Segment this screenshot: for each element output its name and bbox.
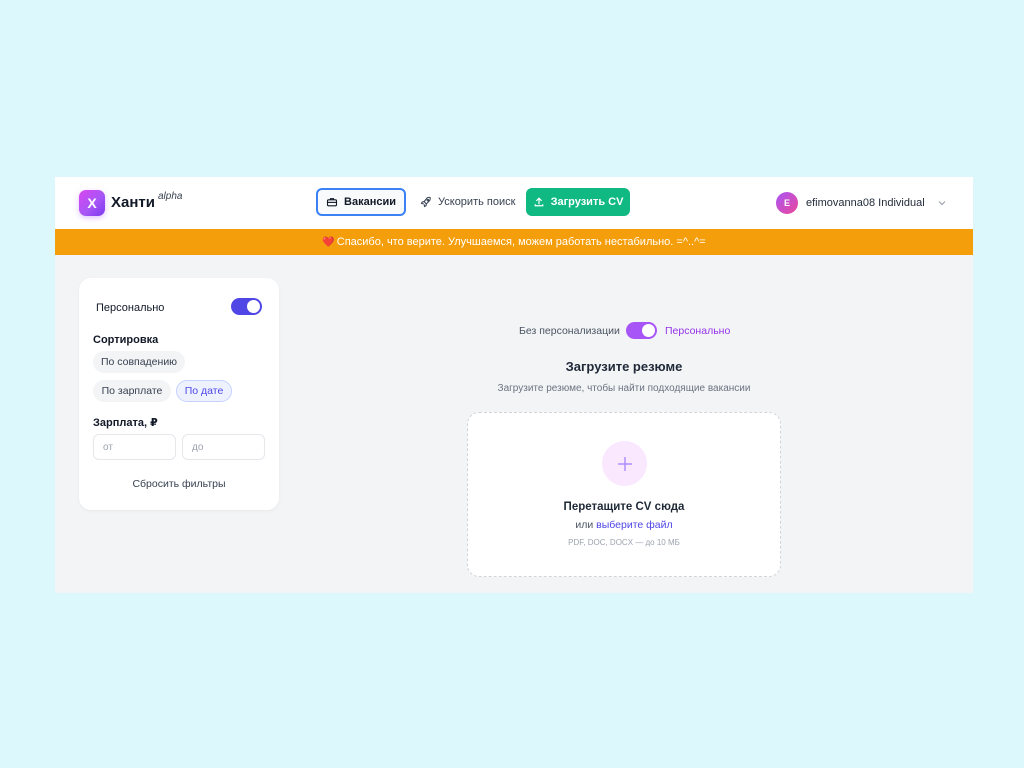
brand-alpha-tag: alpha — [158, 191, 183, 202]
user-name: efimovanna08 Individual — [806, 197, 925, 209]
nav-vacancies-button[interactable]: Вакансии — [316, 188, 406, 216]
status-banner: ❤️ Спасибо, что верите. Улучшаемся, може… — [55, 229, 973, 255]
page-title: Загрузите резюме — [565, 359, 683, 374]
top-header: Х Ханти alpha Вакансии Ускорить поиск За… — [55, 177, 973, 229]
avatar: E — [776, 192, 798, 214]
toggle-knob — [642, 324, 655, 337]
personal-toggle[interactable] — [231, 298, 262, 315]
dropzone-title: Перетащите CV сюда — [563, 501, 685, 513]
upload-icon — [533, 196, 545, 208]
rocket-icon — [420, 196, 432, 208]
brand-name[interactable]: Ханти — [111, 194, 155, 211]
choose-file-link[interactable]: выберите файл — [596, 519, 672, 531]
banner-text: Спасибо, что верите. Улучшаемся, можем р… — [336, 236, 706, 248]
cv-dropzone[interactable]: Перетащите CV сюда или выберите файл PDF… — [467, 412, 781, 577]
dropzone-hint: PDF, DOC, DOCX — до 10 МБ — [568, 538, 680, 547]
nav-upload-label: Загрузить CV — [550, 196, 624, 208]
sort-title: Сортировка — [93, 334, 159, 346]
reset-filters-button[interactable]: Сбросить фильтры — [79, 478, 279, 490]
briefcase-icon — [326, 196, 338, 208]
personal-label: Персонально — [96, 302, 165, 314]
mode-on-label: Персонально — [665, 325, 731, 337]
app-window: Х Ханти alpha Вакансии Ускорить поиск За… — [55, 177, 973, 593]
personalization-toggle[interactable] — [626, 322, 657, 339]
toggle-knob — [247, 300, 260, 313]
nav-vacancies-label: Вакансии — [344, 196, 396, 208]
dropzone-or-line: или выберите файл — [468, 519, 780, 531]
heart-icon: ❤️ — [322, 236, 335, 248]
logo-icon[interactable]: Х — [79, 190, 105, 216]
dropzone-or-text: или — [575, 519, 594, 531]
filters-panel: Персонально Сортировка По совпадению По … — [79, 278, 279, 510]
page-subtitle: Загрузите резюме, чтобы найти подходящие… — [497, 383, 751, 394]
chevron-down-icon[interactable] — [937, 198, 947, 208]
salary-from-input[interactable] — [93, 434, 176, 460]
user-menu[interactable]: E efimovanna08 Individual — [776, 191, 947, 215]
mode-off-label: Без персонализации — [519, 325, 620, 337]
nav-upload-cv-button[interactable]: Загрузить CV — [526, 188, 630, 216]
nav-boost-label: Ускорить поиск — [438, 196, 516, 208]
salary-to-input[interactable] — [182, 434, 265, 460]
nav-boost-button[interactable]: Ускорить поиск — [410, 188, 525, 216]
salary-title: Зарплата, ₽ — [93, 417, 158, 429]
plus-icon[interactable] — [602, 441, 647, 486]
